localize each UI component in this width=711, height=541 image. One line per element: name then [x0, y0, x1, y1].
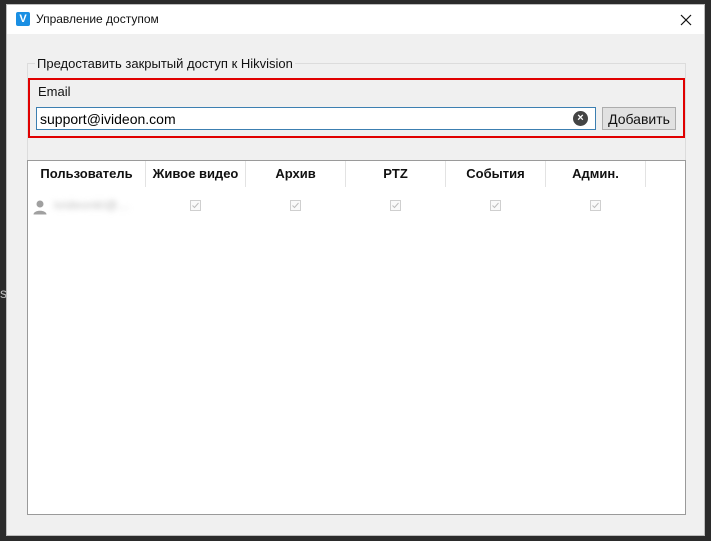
checkmark-icon	[292, 202, 299, 209]
column-header-ptz[interactable]: PTZ	[346, 161, 446, 187]
checkmark-icon	[392, 202, 399, 209]
checkmark-icon	[492, 202, 499, 209]
column-header-user[interactable]: Пользователь	[28, 161, 146, 187]
ivideon-logo-icon: V	[16, 12, 30, 26]
users-table: Пользователь Живое видео Архив PTZ Событ…	[27, 160, 686, 515]
group-title: Предоставить закрытый доступ к Hikvision	[35, 56, 295, 71]
table-row[interactable]: ivideonkl@...	[28, 193, 685, 219]
column-header-archive[interactable]: Архив	[246, 161, 346, 187]
email-field-container: ×	[36, 107, 596, 130]
checkmark-icon	[592, 202, 599, 209]
user-email: ivideonkl@...	[54, 198, 130, 212]
checkmark-icon	[192, 202, 199, 209]
email-field[interactable]	[40, 108, 566, 129]
live-video-checkbox[interactable]	[190, 200, 201, 211]
archive-checkbox[interactable]	[290, 200, 301, 211]
email-label: Email	[38, 84, 71, 99]
admin-checkbox[interactable]	[590, 200, 601, 211]
clear-icon[interactable]: ×	[573, 111, 588, 126]
events-checkbox[interactable]	[490, 200, 501, 211]
title-bar: V Управление доступом	[7, 5, 704, 34]
column-header-admin[interactable]: Админ.	[546, 161, 646, 187]
table-header: Пользователь Живое видео Архив PTZ Событ…	[28, 161, 685, 187]
column-header-live-video[interactable]: Живое видео	[146, 161, 246, 187]
add-button[interactable]: Добавить	[602, 107, 676, 130]
close-button[interactable]	[668, 5, 704, 34]
window-title: Управление доступом	[36, 12, 159, 26]
access-dialog: V Управление доступом Предоставить закры…	[6, 4, 705, 536]
column-header-events[interactable]: События	[446, 161, 546, 187]
user-icon	[33, 200, 47, 215]
close-icon	[680, 14, 692, 25]
ptz-checkbox[interactable]	[390, 200, 401, 211]
